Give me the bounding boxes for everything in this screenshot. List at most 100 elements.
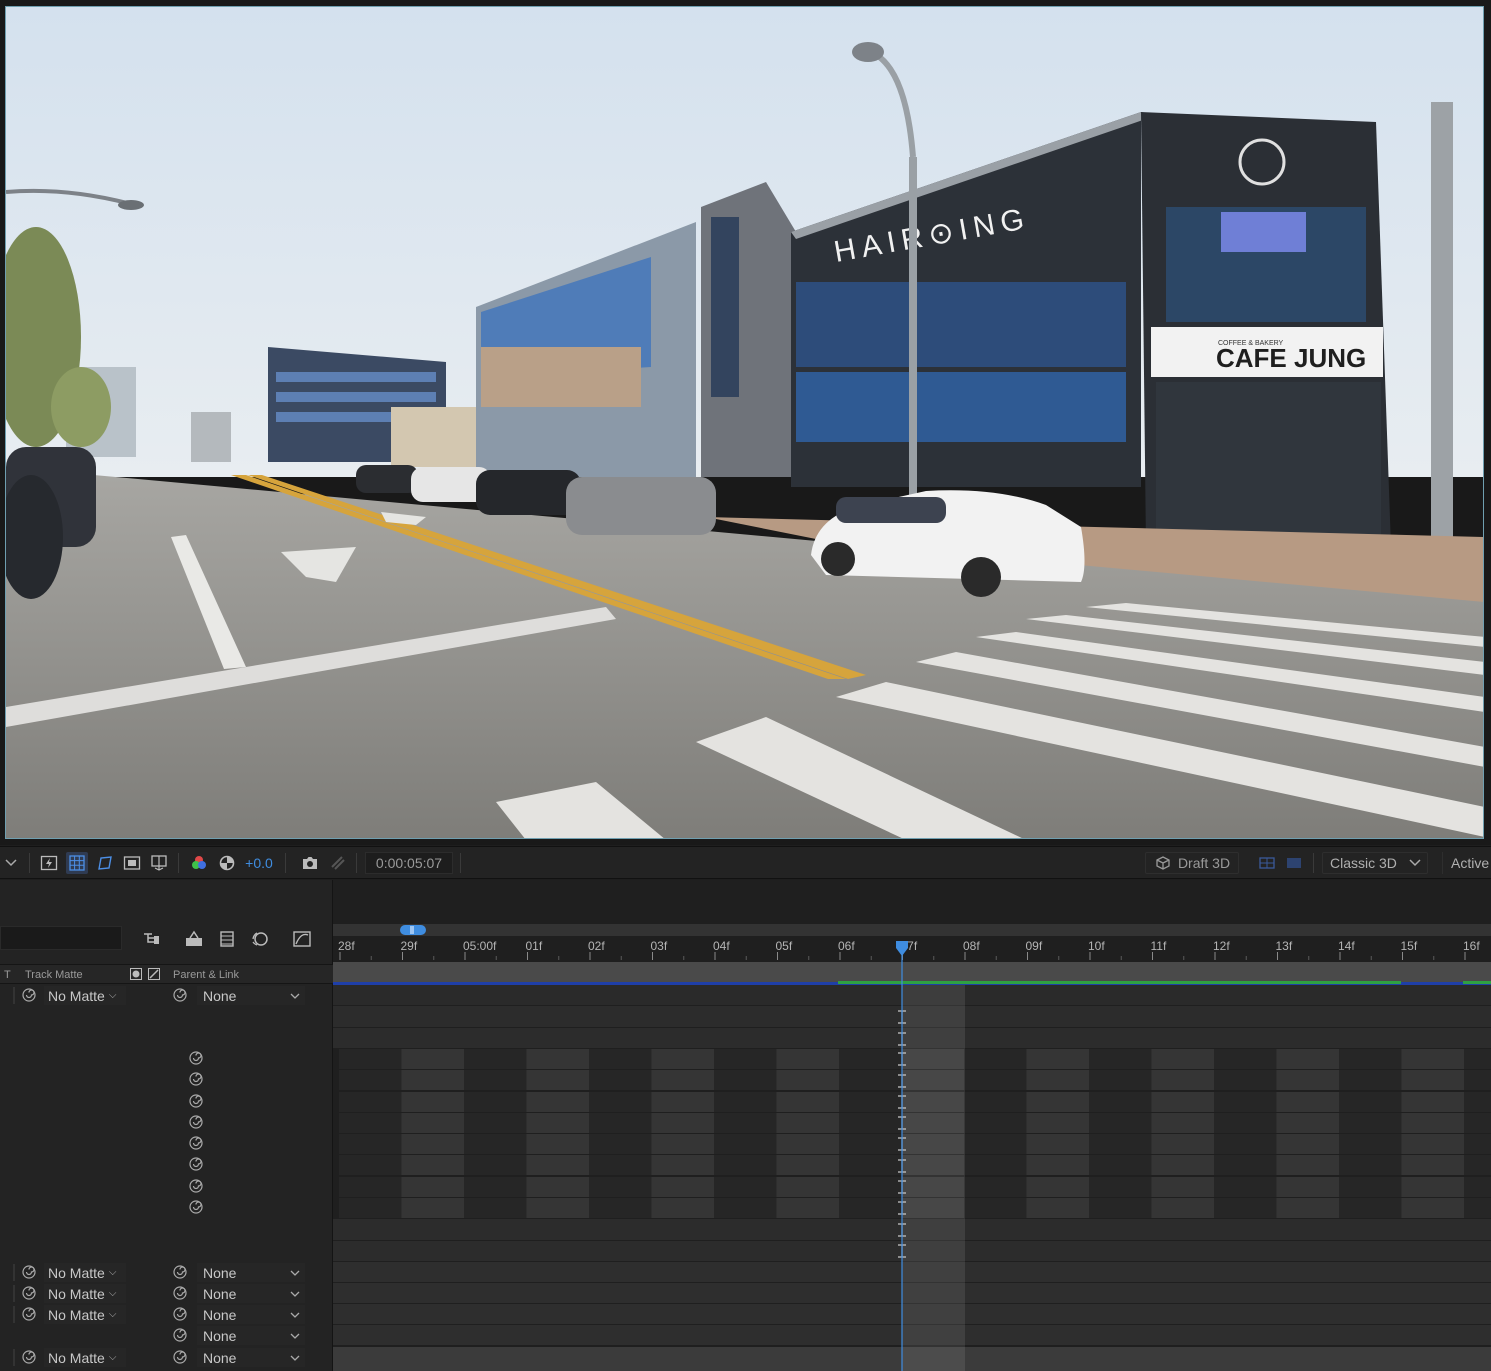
layer-row[interactable]: No Matte ⌵ None — [0, 1283, 333, 1304]
track-matte-dropdown[interactable]: No Matte ⌵ — [44, 1284, 126, 1303]
matte-pickwhip-icon[interactable] — [22, 1350, 36, 1364]
keyframe-cell[interactable] — [339, 1070, 402, 1090]
keyframe-cell[interactable] — [1401, 1198, 1465, 1218]
keyframe-cell[interactable] — [1214, 1155, 1277, 1175]
keyframe-cell[interactable] — [1214, 1198, 1277, 1218]
keyframe-cell[interactable] — [839, 1092, 902, 1112]
keyframe-cell[interactable] — [839, 1134, 902, 1154]
keyframe-cell[interactable] — [339, 1177, 402, 1197]
keyframe-cell[interactable] — [1401, 1155, 1465, 1175]
keyframe-cell[interactable] — [526, 1134, 590, 1154]
keyframe-cell[interactable] — [714, 1134, 777, 1154]
draft-3d-toggle[interactable]: Draft 3D — [1145, 852, 1239, 874]
keyframe-cell[interactable] — [1464, 1155, 1491, 1175]
keyframe-cell[interactable] — [714, 1070, 777, 1090]
keyframe-cell[interactable] — [339, 1113, 402, 1133]
keyframe-cell[interactable] — [339, 1198, 402, 1218]
keyframe-cell[interactable] — [401, 1070, 465, 1090]
keyframe-cell[interactable] — [464, 1155, 527, 1175]
keyframe-cell[interactable] — [714, 1177, 777, 1197]
keyframe-cell[interactable] — [776, 1070, 840, 1090]
keyframe-cell[interactable] — [1464, 1177, 1491, 1197]
keyframe-cell[interactable] — [651, 1155, 715, 1175]
matte-invert-icon[interactable] — [148, 968, 160, 983]
keyframe-cell[interactable] — [526, 1070, 590, 1090]
keyframe-cell[interactable] — [1151, 1113, 1215, 1133]
keyframe-cell[interactable] — [1214, 1070, 1277, 1090]
property-pickwhip-icon[interactable] — [189, 1157, 203, 1171]
parent-dropdown[interactable]: None — [197, 986, 305, 1005]
keyframe-cell[interactable] — [776, 1049, 840, 1069]
keyframe-cell[interactable] — [339, 1049, 402, 1069]
composition-mini-flowchart-icon[interactable] — [141, 929, 163, 949]
keyframe-cell[interactable] — [1464, 1049, 1491, 1069]
keyframe-cell[interactable] — [464, 1198, 527, 1218]
parent-pickwhip-icon[interactable] — [173, 1286, 187, 1300]
keyframe-cell[interactable] — [526, 1049, 590, 1069]
keyframe-cell[interactable] — [401, 1049, 465, 1069]
keyframe-cell[interactable] — [1026, 1049, 1090, 1069]
snapshot-camera-icon[interactable] — [299, 852, 321, 874]
layer-row[interactable]: None — [0, 1325, 333, 1346]
renderer-dropdown[interactable]: Classic 3D — [1322, 852, 1428, 874]
layer-search-input[interactable] — [0, 926, 122, 950]
keyframe-cell[interactable] — [1276, 1198, 1340, 1218]
layer-label-color[interactable] — [13, 1264, 15, 1281]
keyframe-cell[interactable] — [1026, 1134, 1090, 1154]
keyframe-cell[interactable] — [1276, 1155, 1340, 1175]
keyframe-cell[interactable] — [339, 1092, 402, 1112]
layer-row[interactable]: No Matte ⌵ None — [0, 1304, 333, 1325]
keyframe-cell[interactable] — [401, 1177, 465, 1197]
keyframe-cell[interactable] — [964, 1092, 1027, 1112]
keyframe-cell[interactable] — [1026, 1092, 1090, 1112]
keyframe-cell[interactable] — [401, 1155, 465, 1175]
keyframe-cell[interactable] — [589, 1155, 652, 1175]
keyframe-cell[interactable] — [1276, 1049, 1340, 1069]
keyframe-cell[interactable] — [464, 1113, 527, 1133]
matte-pickwhip-icon[interactable] — [22, 1286, 36, 1300]
frame-blending-icon[interactable] — [216, 929, 238, 949]
current-time-field[interactable]: 0:00:05:07 — [365, 852, 453, 874]
keyframe-cell[interactable] — [1089, 1113, 1152, 1133]
keyframe-cell[interactable] — [339, 1134, 402, 1154]
keyframe-cell[interactable] — [964, 1070, 1027, 1090]
property-row[interactable] — [0, 1048, 333, 1069]
matte-pickwhip-icon[interactable] — [22, 1307, 36, 1321]
keyframe-cell[interactable] — [839, 1198, 902, 1218]
keyframe-cell[interactable] — [1401, 1070, 1465, 1090]
keyframe-cell[interactable] — [589, 1134, 652, 1154]
property-row[interactable] — [0, 1176, 333, 1197]
keyframe-cell[interactable] — [714, 1155, 777, 1175]
keyframe-cell[interactable] — [1089, 1049, 1152, 1069]
property-row[interactable] — [0, 1091, 333, 1112]
keyframe-cell[interactable] — [1151, 1049, 1215, 1069]
keyframe-cell[interactable] — [651, 1049, 715, 1069]
property-row[interactable] — [0, 1133, 333, 1154]
keyframe-cell[interactable] — [526, 1092, 590, 1112]
keyframe-cell[interactable] — [1339, 1155, 1402, 1175]
keyframe-cell[interactable] — [1339, 1049, 1402, 1069]
parent-pickwhip-icon[interactable] — [173, 988, 187, 1002]
keyframe-cell[interactable] — [714, 1113, 777, 1133]
keyframe-cell[interactable] — [714, 1049, 777, 1069]
keyframe-cell[interactable] — [1151, 1092, 1215, 1112]
keyframe-cell[interactable] — [1151, 1155, 1215, 1175]
parent-pickwhip-icon[interactable] — [173, 1350, 187, 1364]
track-matte-dropdown[interactable]: No Matte ⌵ — [44, 1305, 126, 1324]
property-pickwhip-icon[interactable] — [189, 1179, 203, 1193]
keyframe-cell[interactable] — [1089, 1177, 1152, 1197]
keyframe-cell[interactable] — [964, 1177, 1027, 1197]
keyframe-cell[interactable] — [1276, 1070, 1340, 1090]
property-pickwhip-icon[interactable] — [189, 1115, 203, 1129]
keyframe-cell[interactable] — [464, 1177, 527, 1197]
keyframe-cell[interactable] — [1214, 1113, 1277, 1133]
exposure-value[interactable]: +0.0 — [244, 852, 274, 874]
keyframe-cell[interactable] — [1026, 1155, 1090, 1175]
keyframe-cell[interactable] — [1339, 1134, 1402, 1154]
keyframe-cell[interactable] — [401, 1113, 465, 1133]
keyframe-cell[interactable] — [1339, 1092, 1402, 1112]
keyframe-cell[interactable] — [1151, 1070, 1215, 1090]
track-matte-dropdown[interactable]: No Matte ⌵ — [44, 986, 126, 1005]
keyframe-cell[interactable] — [1339, 1198, 1402, 1218]
keyframe-cell[interactable] — [1401, 1092, 1465, 1112]
